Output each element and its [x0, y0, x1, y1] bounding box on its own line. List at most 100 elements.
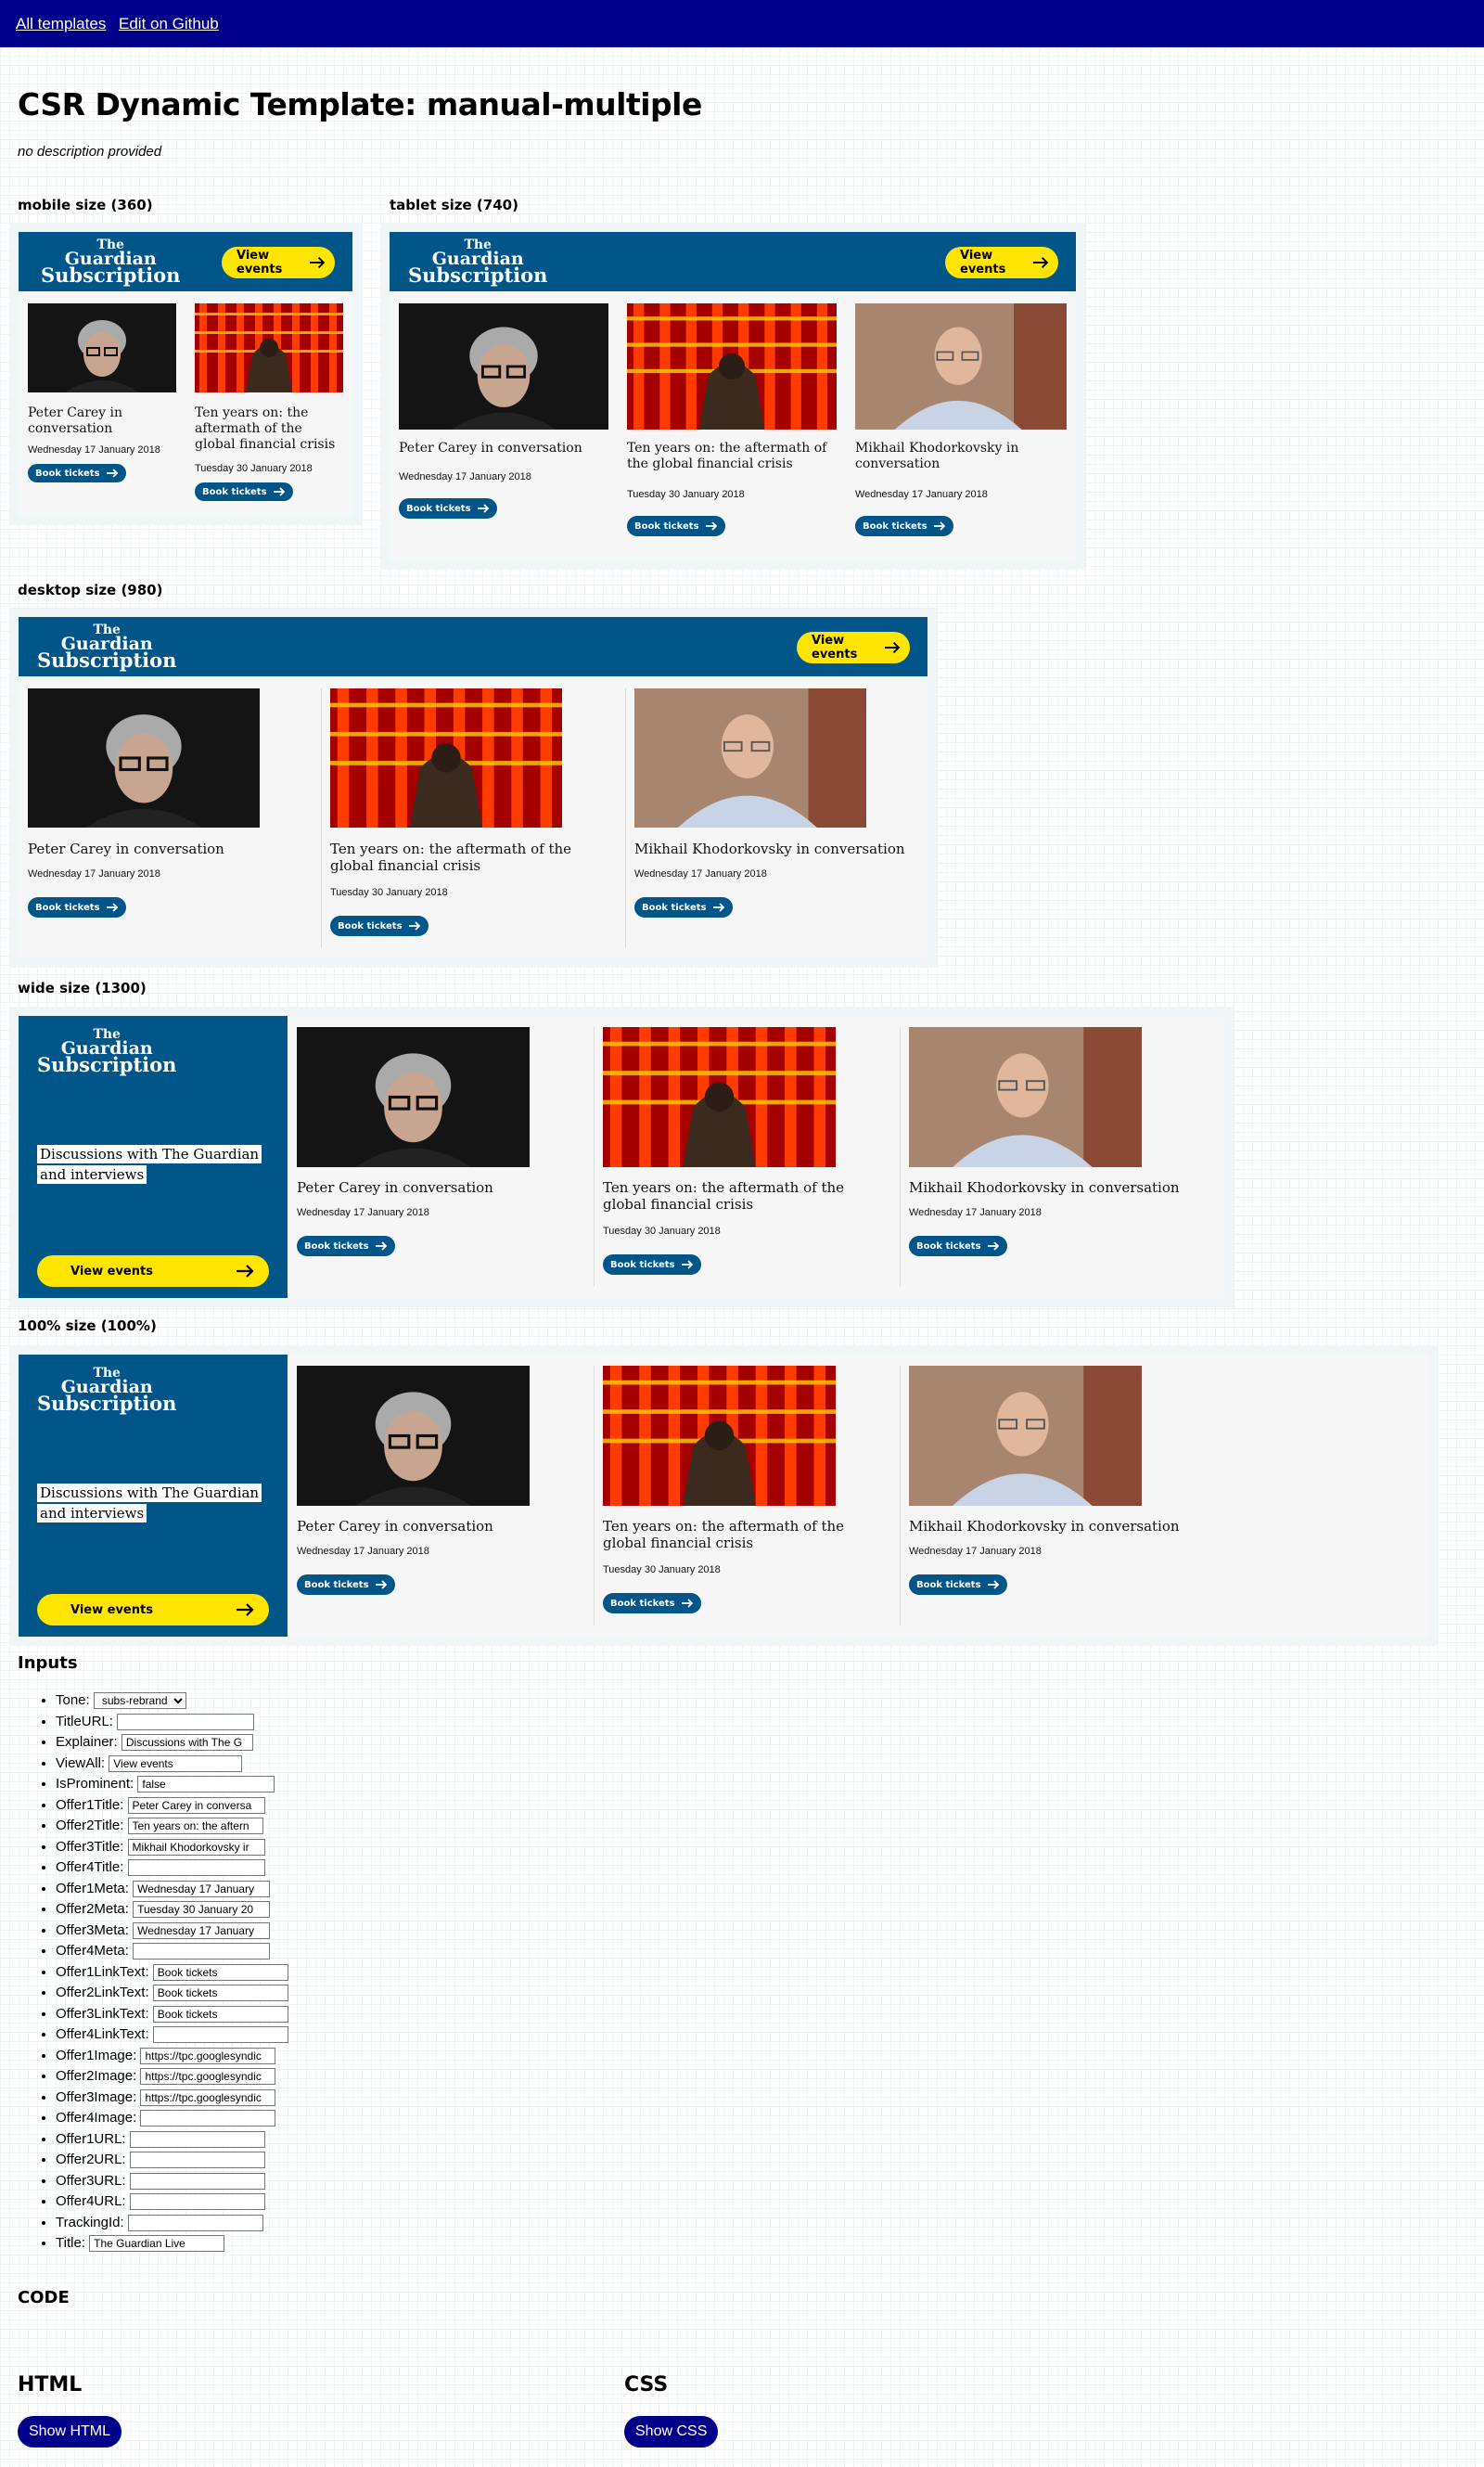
- view-events-button[interactable]: View events: [797, 632, 910, 663]
- view-events-button[interactable]: View events: [945, 247, 1058, 278]
- offer-card[interactable]: Mikhail Khodorkovsky in conversation Wed…: [909, 1366, 1196, 1625]
- book-tickets-button[interactable]: Book tickets: [297, 1574, 395, 1595]
- show-html-button[interactable]: Show HTML: [18, 2416, 122, 2448]
- input-label: IsProminent:: [56, 1776, 134, 1792]
- input-label: Offer4URL:: [56, 2193, 126, 2209]
- book-tickets-button[interactable]: Book tickets: [330, 916, 429, 936]
- input-row: TrackingId:: [56, 2213, 288, 2234]
- input-label: Offer2Meta:: [56, 1901, 129, 1917]
- edit-on-github-link[interactable]: Edit on Github: [119, 15, 219, 33]
- offer-card[interactable]: Mikhail Khodorkovsky in conversation Wed…: [634, 688, 922, 948]
- input-field[interactable]: [127, 1796, 265, 1814]
- guardian-subscription-logo: The Guardian Subscription: [37, 623, 176, 669]
- input-label: Offer1URL:: [56, 2130, 126, 2147]
- input-field[interactable]: [133, 1943, 271, 1960]
- offer-card[interactable]: Ten years on: the aftermath of the globa…: [195, 303, 343, 508]
- input-field[interactable]: [129, 2193, 265, 2211]
- book-tickets-label: Book tickets: [634, 520, 699, 532]
- tablet-header: The Guardian Subscription View events: [390, 232, 1076, 291]
- input-field[interactable]: [137, 1776, 275, 1793]
- book-tickets-button[interactable]: Book tickets: [297, 1236, 395, 1256]
- offer-image-peter-carey: [28, 688, 260, 828]
- book-tickets-button[interactable]: Book tickets: [855, 516, 953, 536]
- input-row: Offer3Title:: [56, 1837, 288, 1858]
- input-field[interactable]: [133, 1901, 271, 1919]
- offer-image-peter-carey: [399, 303, 608, 430]
- input-row: Offer3LinkText:: [56, 2004, 288, 2025]
- css-heading: CSS: [624, 2373, 669, 2396]
- card-divider: [900, 1027, 901, 1287]
- input-field[interactable]: [140, 2110, 276, 2127]
- input-field[interactable]: [121, 1734, 253, 1752]
- book-tickets-label: Book tickets: [304, 1579, 369, 1590]
- input-field[interactable]: [140, 2047, 276, 2064]
- desktop-header: The Guardian Subscription View events: [19, 617, 928, 676]
- input-field[interactable]: [127, 1838, 265, 1856]
- input-field[interactable]: [152, 1985, 288, 2002]
- offer-card[interactable]: Ten years on: the aftermath of the globa…: [627, 303, 837, 545]
- input-field[interactable]: [133, 1880, 271, 1897]
- input-field[interactable]: [127, 1818, 263, 1835]
- book-tickets-button[interactable]: Book tickets: [195, 482, 293, 501]
- book-tickets-button[interactable]: Book tickets: [399, 498, 497, 519]
- input-field[interactable]: [129, 2130, 265, 2148]
- offer-card[interactable]: Peter Carey in conversation Wednesday 17…: [297, 1366, 584, 1625]
- offer-card[interactable]: Peter Carey in conversation Wednesday 17…: [28, 303, 176, 489]
- input-row: Offer1LinkText:: [56, 1962, 288, 1984]
- input-field[interactable]: [140, 2088, 276, 2106]
- input-row: Offer3URL:: [56, 2171, 288, 2192]
- input-field[interactable]: [89, 2235, 225, 2253]
- book-tickets-button[interactable]: Book tickets: [627, 516, 725, 536]
- view-events-button[interactable]: View events: [37, 1255, 269, 1287]
- offer-image-financial-crisis: [330, 688, 562, 828]
- view-events-button[interactable]: View events: [222, 247, 335, 278]
- input-field[interactable]: [127, 1859, 265, 1877]
- input-field[interactable]: [129, 2152, 265, 2169]
- offer-meta: Wednesday 17 January 2018: [909, 1546, 1042, 1557]
- book-tickets-button[interactable]: Book tickets: [28, 464, 126, 482]
- offer-image-financial-crisis: [627, 303, 837, 430]
- wide-size-label: wide size (1300): [18, 980, 147, 996]
- show-css-button[interactable]: Show CSS: [624, 2416, 719, 2448]
- input-field[interactable]: [129, 2172, 265, 2190]
- arrow-right-icon: [681, 1260, 693, 1269]
- book-tickets-button[interactable]: Book tickets: [909, 1236, 1007, 1256]
- input-label: Offer3Meta:: [56, 1921, 129, 1938]
- input-label: Offer2Image:: [56, 2068, 137, 2084]
- input-field[interactable]: [109, 1754, 243, 1772]
- offer-card[interactable]: Peter Carey in conversation Wednesday 17…: [399, 303, 608, 535]
- wide-sidebar: The Guardian Subscription Discussions wi…: [19, 1016, 288, 1298]
- offer-card[interactable]: Mikhail Khodorkovsky in conversation Wed…: [909, 1027, 1196, 1287]
- book-tickets-label: Book tickets: [338, 920, 403, 932]
- offer-card[interactable]: Ten years on: the aftermath of the globa…: [603, 1366, 890, 1625]
- book-tickets-label: Book tickets: [642, 902, 707, 913]
- arrow-right-icon: [106, 469, 118, 478]
- offer-card[interactable]: Peter Carey in conversation Wednesday 17…: [297, 1027, 584, 1287]
- all-templates-link[interactable]: All templates: [16, 15, 106, 33]
- input-label: Offer4Meta:: [56, 1943, 129, 1959]
- offer-image-financial-crisis: [195, 303, 343, 392]
- book-tickets-button[interactable]: Book tickets: [603, 1593, 701, 1613]
- input-label: Offer3LinkText:: [56, 2005, 149, 2022]
- input-field[interactable]: [133, 1921, 271, 1939]
- input-field[interactable]: [117, 1713, 255, 1730]
- input-field[interactable]: [152, 2005, 288, 2023]
- input-field[interactable]: [152, 1963, 288, 1981]
- book-tickets-button[interactable]: Book tickets: [28, 897, 126, 918]
- input-field[interactable]: [140, 2068, 276, 2086]
- input-field[interactable]: [152, 2026, 288, 2044]
- offer-card[interactable]: Mikhail Khodorkovsky in conversation Wed…: [855, 303, 1067, 545]
- offer-card[interactable]: Ten years on: the aftermath of the globa…: [330, 688, 618, 948]
- offer-card[interactable]: Ten years on: the aftermath of the globa…: [603, 1027, 890, 1287]
- tone-select[interactable]: subs-rebrand: [93, 1692, 186, 1710]
- book-tickets-button[interactable]: Book tickets: [634, 897, 733, 918]
- input-row: Offer4URL:: [56, 2191, 288, 2213]
- view-events-button[interactable]: View events: [37, 1594, 269, 1625]
- book-tickets-button[interactable]: Book tickets: [603, 1254, 701, 1275]
- input-field[interactable]: [127, 2214, 263, 2231]
- offer-card[interactable]: Peter Carey in conversation Wednesday 17…: [28, 688, 306, 948]
- input-label: TitleURL:: [56, 1713, 113, 1729]
- input-row: Offer4Image:: [56, 2108, 288, 2129]
- book-tickets-button[interactable]: Book tickets: [909, 1574, 1007, 1595]
- offer-meta: Tuesday 30 January 2018: [603, 1564, 721, 1575]
